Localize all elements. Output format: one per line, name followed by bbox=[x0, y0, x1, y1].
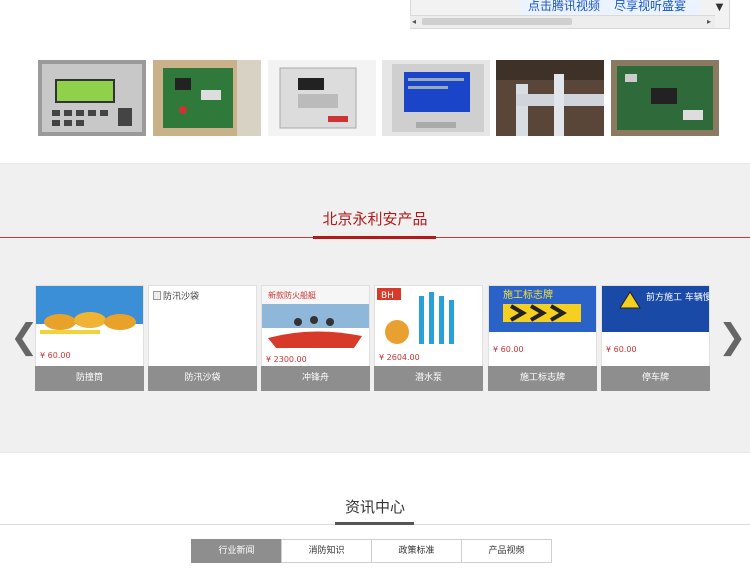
product-label[interactable]: 停车牌 bbox=[601, 366, 710, 391]
broken-image-icon bbox=[153, 291, 161, 300]
product-label[interactable]: 施工标志牌 bbox=[488, 366, 597, 391]
product-card[interactable]: 新款防火船艇 ¥ 2300.00 冲锋舟 bbox=[261, 285, 370, 391]
section-title-underline bbox=[313, 236, 436, 239]
product-banner: 施工标志牌 bbox=[503, 288, 553, 301]
product-banner: 前方施工 车辆慢行 bbox=[646, 291, 709, 303]
product-price: ¥ 60.00 bbox=[493, 345, 524, 354]
product-price: ¥ 60.00 bbox=[40, 351, 71, 360]
scrollbar-thumb[interactable] bbox=[422, 18, 572, 25]
video-banner-right: 尽享视听盛宴 bbox=[614, 0, 687, 13]
product-image[interactable]: 前方施工 车辆慢行 ¥ 60.00 bbox=[602, 286, 709, 366]
video-banner[interactable]: 点击腾讯视频 尽享视听盛宴 bbox=[520, 0, 700, 15]
product-section-title: 北京永利安产品 bbox=[322, 210, 428, 228]
news-title-underline bbox=[335, 522, 414, 525]
scroll-right-icon[interactable]: ▸ bbox=[707, 16, 711, 28]
product-card[interactable]: 施工标志牌 ¥ 60.00 施工标志牌 bbox=[488, 285, 597, 391]
carousel-next-button[interactable]: ❯ bbox=[718, 320, 747, 354]
horizontal-scrollbar[interactable]: ◂ ▸ bbox=[410, 15, 715, 28]
scroll-down-button[interactable]: ▼ bbox=[712, 0, 727, 15]
product-image-alt: 防汛沙袋 bbox=[163, 292, 200, 302]
tab-fire-knowledge[interactable]: 消防知识 bbox=[281, 539, 372, 563]
video-banner-left: 点击腾讯视频 bbox=[528, 0, 601, 13]
photo-pipe-installation[interactable] bbox=[496, 60, 604, 136]
photo-controller-panel[interactable] bbox=[38, 60, 146, 136]
tab-industry-news[interactable]: 行业新闻 bbox=[191, 539, 282, 563]
product-label[interactable]: 潜水泵 bbox=[374, 366, 483, 391]
product-label[interactable]: 防汛沙袋 bbox=[148, 366, 257, 391]
product-price: ¥ 2604.00 bbox=[379, 353, 420, 362]
product-label[interactable]: 防撞筒 bbox=[35, 366, 144, 391]
product-label[interactable]: 冲锋舟 bbox=[261, 366, 370, 391]
news-tabs: 行业新闻 消防知识 政策标准 产品视频 bbox=[191, 539, 552, 563]
chevron-down-icon: ▼ bbox=[715, 2, 724, 13]
product-card[interactable]: BH ¥ 2604.00 潜水泵 bbox=[374, 285, 483, 391]
product-image[interactable]: 施工标志牌 ¥ 60.00 bbox=[489, 286, 596, 366]
product-card[interactable]: 防汛沙袋 防汛沙袋 bbox=[148, 285, 257, 391]
photo-control-box[interactable] bbox=[268, 60, 376, 136]
product-price: ¥ 60.00 bbox=[606, 345, 637, 354]
tab-product-videos[interactable]: 产品视频 bbox=[461, 539, 552, 563]
tab-policy-standards[interactable]: 政策标准 bbox=[371, 539, 462, 563]
news-section-title: 资讯中心 bbox=[344, 498, 405, 516]
scroll-left-icon[interactable]: ◂ bbox=[412, 16, 416, 28]
product-image[interactable]: BH ¥ 2604.00 bbox=[375, 286, 482, 366]
photo-circuit-board-closeup[interactable] bbox=[611, 60, 719, 136]
product-image[interactable]: ¥ 60.00 bbox=[36, 286, 143, 366]
product-price: ¥ 2300.00 bbox=[266, 355, 307, 364]
product-banner: 新款防火船艇 bbox=[268, 290, 316, 300]
product-image[interactable]: 新款防火船艇 ¥ 2300.00 bbox=[262, 286, 369, 366]
product-image-broken[interactable]: 防汛沙袋 bbox=[149, 286, 256, 366]
photo-circuit-board[interactable] bbox=[153, 60, 261, 136]
product-card[interactable]: 前方施工 车辆慢行 ¥ 60.00 停车牌 bbox=[601, 285, 710, 391]
product-brand: BH bbox=[381, 291, 394, 301]
product-card[interactable]: ¥ 60.00 防撞筒 bbox=[35, 285, 144, 391]
photo-blue-screen-panel[interactable] bbox=[382, 60, 490, 136]
